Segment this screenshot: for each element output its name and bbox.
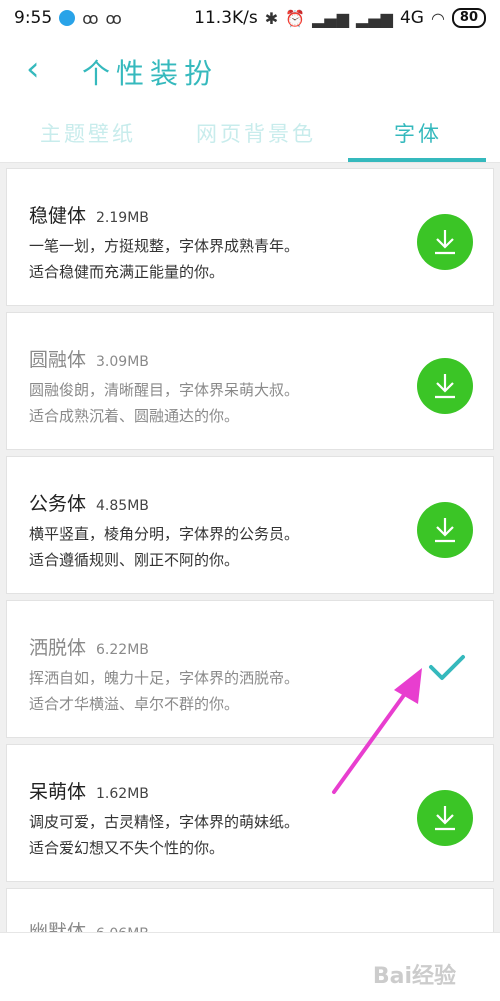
network-speed: 11.3K/s (194, 8, 258, 28)
download-icon (435, 806, 455, 831)
font-description: 调皮可爱，古灵精怪，字体界的萌妹纸。 适合爱幻想又不失个性的你。 (29, 813, 300, 857)
font-size: 2.19MB (96, 210, 149, 226)
font-size: 3.09MB (96, 354, 149, 370)
signal-icon-2: ▂▄▆ (356, 8, 393, 28)
download-button[interactable] (417, 502, 473, 558)
status-time: 9:55 (14, 8, 53, 28)
page-title: 个性装扮 (82, 57, 219, 90)
network-type: 4G (399, 8, 424, 28)
notification-app-icon (59, 10, 76, 26)
app-bar: ‹ 个性装扮 (0, 36, 500, 106)
font-card-yuanrong[interactable]: 圆融体 3.09MB 圆融俊朗，清晰醒目，字体界呆萌大叔。 适合成熟沉着、圆融通… (6, 312, 494, 450)
battery-indicator: 80 (451, 8, 486, 28)
annotation-arrow (332, 668, 422, 794)
font-description: 挥洒自如，魄力十足，字体界的洒脱帝。 适合才华横溢、卓尔不群的你。 (29, 669, 300, 713)
watermark: Bai经验 (372, 964, 456, 989)
status-bar: 9:55 ꝏ ꝏ 11.3K/s ✱ ⏰ ▂▄▆ ▂▄▆ 4G ◠ 80 (0, 0, 500, 36)
download-icon (435, 374, 455, 399)
font-name: 公务体 (29, 493, 87, 515)
download-icon (435, 230, 455, 255)
active-tab-indicator (348, 158, 486, 162)
font-size: 4.85MB (96, 498, 149, 514)
font-description: 横平竖直，棱角分明，字体界的公务员。 适合遵循规则、刚正不阿的你。 (29, 525, 300, 569)
bluetooth-icon: ✱ (264, 8, 279, 28)
download-icon (435, 518, 455, 543)
notification-uc-icon-2: ꝏ (105, 8, 122, 28)
notification-uc-icon: ꝏ (82, 8, 99, 28)
tab-theme-wallpaper[interactable]: 主题壁纸 (40, 118, 136, 148)
signal-icon: ▂▄▆ (312, 8, 350, 28)
checkmark-icon (429, 655, 465, 680)
download-button[interactable] (417, 358, 473, 414)
font-size: 1.62MB (96, 786, 149, 802)
back-arrow-icon[interactable]: ‹ (26, 52, 40, 86)
tab-font[interactable]: 字体 (394, 118, 442, 148)
wifi-icon: ◠ (430, 8, 445, 28)
alarm-icon: ⏰ (285, 8, 306, 28)
tab-web-background[interactable]: 网页背景色 (196, 118, 316, 148)
font-card-gongwu[interactable]: 公务体 4.85MB 横平竖直，棱角分明，字体界的公务员。 适合遵循规则、刚正不… (6, 456, 494, 594)
font-name: 洒脱体 (29, 637, 87, 659)
font-size: 6.22MB (96, 642, 149, 658)
font-name: 稳健体 (29, 205, 87, 227)
tab-bar: 主题壁纸 网页背景色 字体 (0, 106, 500, 163)
font-name: 圆融体 (29, 349, 87, 371)
font-card-wenjian[interactable]: 稳健体 2.19MB 一笔一划，方挺规整，字体界成熟青年。 适合稳健而充满正能量… (6, 168, 494, 306)
font-name: 呆萌体 (29, 781, 87, 803)
font-description: 圆融俊朗，清晰醒目，字体界呆萌大叔。 适合成熟沉着、圆融通达的你。 (29, 381, 300, 425)
download-button[interactable] (417, 214, 473, 270)
font-description: 一笔一划，方挺规整，字体界成熟青年。 适合稳健而充满正能量的你。 (29, 237, 300, 281)
